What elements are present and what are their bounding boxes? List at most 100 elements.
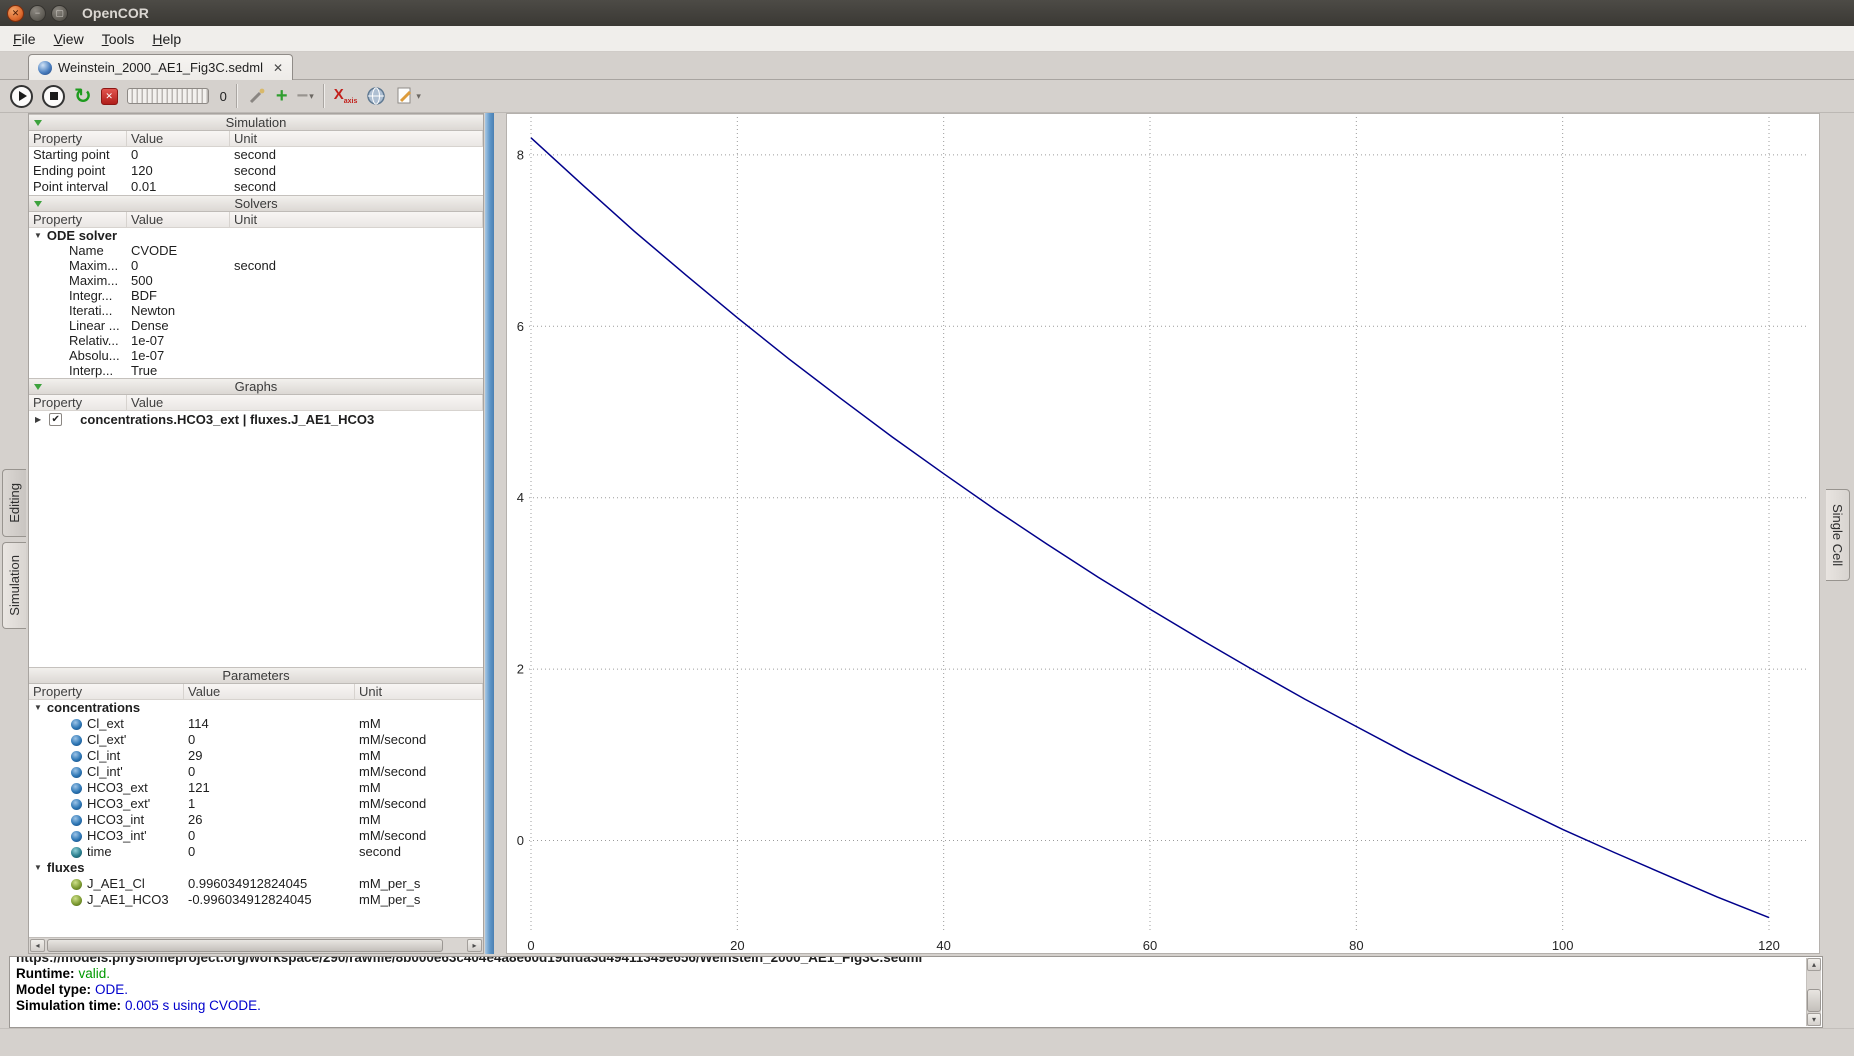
table-row[interactable]: Linear ... Dense [29, 318, 483, 333]
expand-arrow-icon[interactable]: ▶ [35, 415, 41, 424]
section-header-solvers[interactable]: Solvers [29, 195, 483, 212]
scroll-up-button[interactable]: ▴ [1807, 958, 1821, 971]
parameter-row[interactable]: Cl_int' 0 mM/second [29, 764, 483, 780]
value-cell[interactable]: 1e-07 [127, 333, 230, 348]
window-maximize-button[interactable]: ▢ [51, 5, 68, 22]
value-cell[interactable]: CVODE [127, 243, 230, 258]
tab-close-icon[interactable]: ✕ [273, 61, 283, 75]
parameter-row[interactable]: HCO3_ext' 1 mM/second [29, 796, 483, 812]
panel-splitter[interactable] [485, 113, 494, 954]
column-unit[interactable]: Unit [230, 212, 483, 227]
table-row[interactable]: Absolu... 1e-07 [29, 348, 483, 363]
value-cell[interactable]: Dense [127, 318, 230, 333]
parameter-row[interactable]: J_AE1_Cl 0.996034912824045 mM_per_s [29, 876, 483, 892]
parameter-row[interactable]: Cl_ext 114 mM [29, 716, 483, 732]
value-cell[interactable]: 0 [127, 147, 230, 163]
column-value[interactable]: Value [184, 684, 355, 699]
value-cell[interactable]: 0.996034912824045 [184, 876, 355, 892]
table-row[interactable]: Maxim... 500 [29, 273, 483, 288]
column-value[interactable]: Value [127, 212, 230, 227]
menu-view[interactable]: View [45, 28, 93, 50]
table-row[interactable]: Ending point 120 second [29, 163, 483, 179]
menu-tools[interactable]: Tools [93, 28, 144, 50]
column-value[interactable]: Value [127, 395, 483, 410]
parameter-row[interactable]: HCO3_int' 0 mM/second [29, 828, 483, 844]
value-cell[interactable]: 26 [184, 812, 355, 828]
stop-simulation-button[interactable] [42, 85, 65, 108]
parameter-row[interactable]: J_AE1_HCO3 -0.996034912824045 mM_per_s [29, 892, 483, 908]
view-tab-simulation[interactable]: Simulation [2, 542, 26, 629]
plot-area[interactable]: 02040608010012002468 [507, 114, 1819, 953]
value-cell[interactable]: 121 [184, 780, 355, 796]
value-cell[interactable]: 120 [127, 163, 230, 179]
scrollbar-thumb[interactable] [1807, 989, 1821, 1012]
x-axis-button[interactable]: Xaxis [334, 87, 358, 105]
collapse-arrow-icon[interactable]: ▼ [34, 700, 42, 716]
wand-button[interactable] [247, 86, 267, 106]
column-property[interactable]: Property [29, 131, 127, 146]
value-cell[interactable]: 0 [127, 258, 230, 273]
value-cell[interactable]: 0 [184, 732, 355, 748]
add-graph-panel-button[interactable]: + [276, 86, 288, 106]
tree-group-row[interactable]: ▼ fluxes [29, 860, 483, 876]
collapse-arrow-icon[interactable]: ▼ [34, 228, 42, 243]
value-cell[interactable]: 0.01 [127, 179, 230, 195]
scroll-left-button[interactable]: ◂ [30, 939, 45, 952]
run-simulation-button[interactable] [10, 85, 33, 108]
scroll-right-button[interactable]: ▸ [467, 939, 482, 952]
menu-help[interactable]: Help [143, 28, 190, 50]
value-cell[interactable]: Newton [127, 303, 230, 318]
scroll-down-button[interactable]: ▾ [1807, 1013, 1821, 1026]
value-cell[interactable]: 29 [184, 748, 355, 764]
section-header-parameters[interactable]: Parameters [29, 667, 483, 684]
parameter-row[interactable]: time 0 second [29, 844, 483, 860]
parameter-row[interactable]: HCO3_int 26 mM [29, 812, 483, 828]
view-tab-single-cell[interactable]: Single Cell [1826, 489, 1850, 581]
column-property[interactable]: Property [29, 684, 184, 699]
view-tab-editing[interactable]: Editing [2, 469, 26, 537]
value-cell[interactable]: 500 [127, 273, 230, 288]
reset-parameters-button[interactable]: ↻ [74, 86, 92, 107]
scrollbar-thumb[interactable] [47, 939, 443, 952]
tree-group-row[interactable]: ▼ ODE solver [29, 228, 483, 243]
table-row[interactable]: Relativ... 1e-07 [29, 333, 483, 348]
window-minimize-button[interactable]: − [29, 5, 46, 22]
table-row[interactable]: Integr... BDF [29, 288, 483, 303]
table-row[interactable]: Maxim... 0 second [29, 258, 483, 273]
graph-row[interactable]: ▶ ✔ concentrations.HCO3_ext | fluxes.J_A… [29, 411, 483, 427]
graph-checkbox[interactable]: ✔ [49, 413, 62, 426]
value-cell[interactable]: 0 [184, 844, 355, 860]
table-row[interactable]: Iterati... Newton [29, 303, 483, 318]
parameter-row[interactable]: Cl_int 29 mM [29, 748, 483, 764]
horizontal-scrollbar[interactable]: ◂ ▸ [29, 937, 483, 953]
delay-wheel[interactable] [127, 88, 209, 104]
value-cell[interactable]: 0 [184, 764, 355, 780]
clear-results-button[interactable]: ✕ [101, 88, 118, 105]
value-cell[interactable]: 1 [184, 796, 355, 812]
value-cell[interactable]: BDF [127, 288, 230, 303]
section-header-simulation[interactable]: Simulation [29, 114, 483, 131]
column-property[interactable]: Property [29, 212, 127, 227]
parameter-row[interactable]: Cl_ext' 0 mM/second [29, 732, 483, 748]
value-cell[interactable]: 0 [184, 828, 355, 844]
column-unit[interactable]: Unit [230, 131, 483, 146]
menu-file[interactable]: File [4, 28, 45, 50]
table-row[interactable]: Starting point 0 second [29, 147, 483, 163]
value-cell[interactable]: 1e-07 [127, 348, 230, 363]
value-cell[interactable]: True [127, 363, 230, 378]
document-tab[interactable]: Weinstein_2000_AE1_Fig3C.sedml ✕ [28, 54, 293, 80]
column-property[interactable]: Property [29, 395, 127, 410]
table-row[interactable]: Point interval 0.01 second [29, 179, 483, 195]
column-unit[interactable]: Unit [355, 684, 483, 699]
table-row[interactable]: Interp... True [29, 363, 483, 378]
section-header-graphs[interactable]: Graphs [29, 378, 483, 395]
parameter-row[interactable]: HCO3_ext 121 mM [29, 780, 483, 796]
graph-panel[interactable]: 02040608010012002468 [506, 113, 1820, 954]
window-close-button[interactable]: ✕ [7, 5, 24, 22]
collapse-arrow-icon[interactable]: ▼ [34, 860, 42, 876]
sedml-export-button[interactable]: ▾ [395, 86, 421, 106]
column-value[interactable]: Value [127, 131, 230, 146]
tree-group-row[interactable]: ▼ concentrations [29, 700, 483, 716]
value-cell[interactable]: 114 [184, 716, 355, 732]
remove-graph-panel-button[interactable]: − ▾ [297, 86, 314, 106]
